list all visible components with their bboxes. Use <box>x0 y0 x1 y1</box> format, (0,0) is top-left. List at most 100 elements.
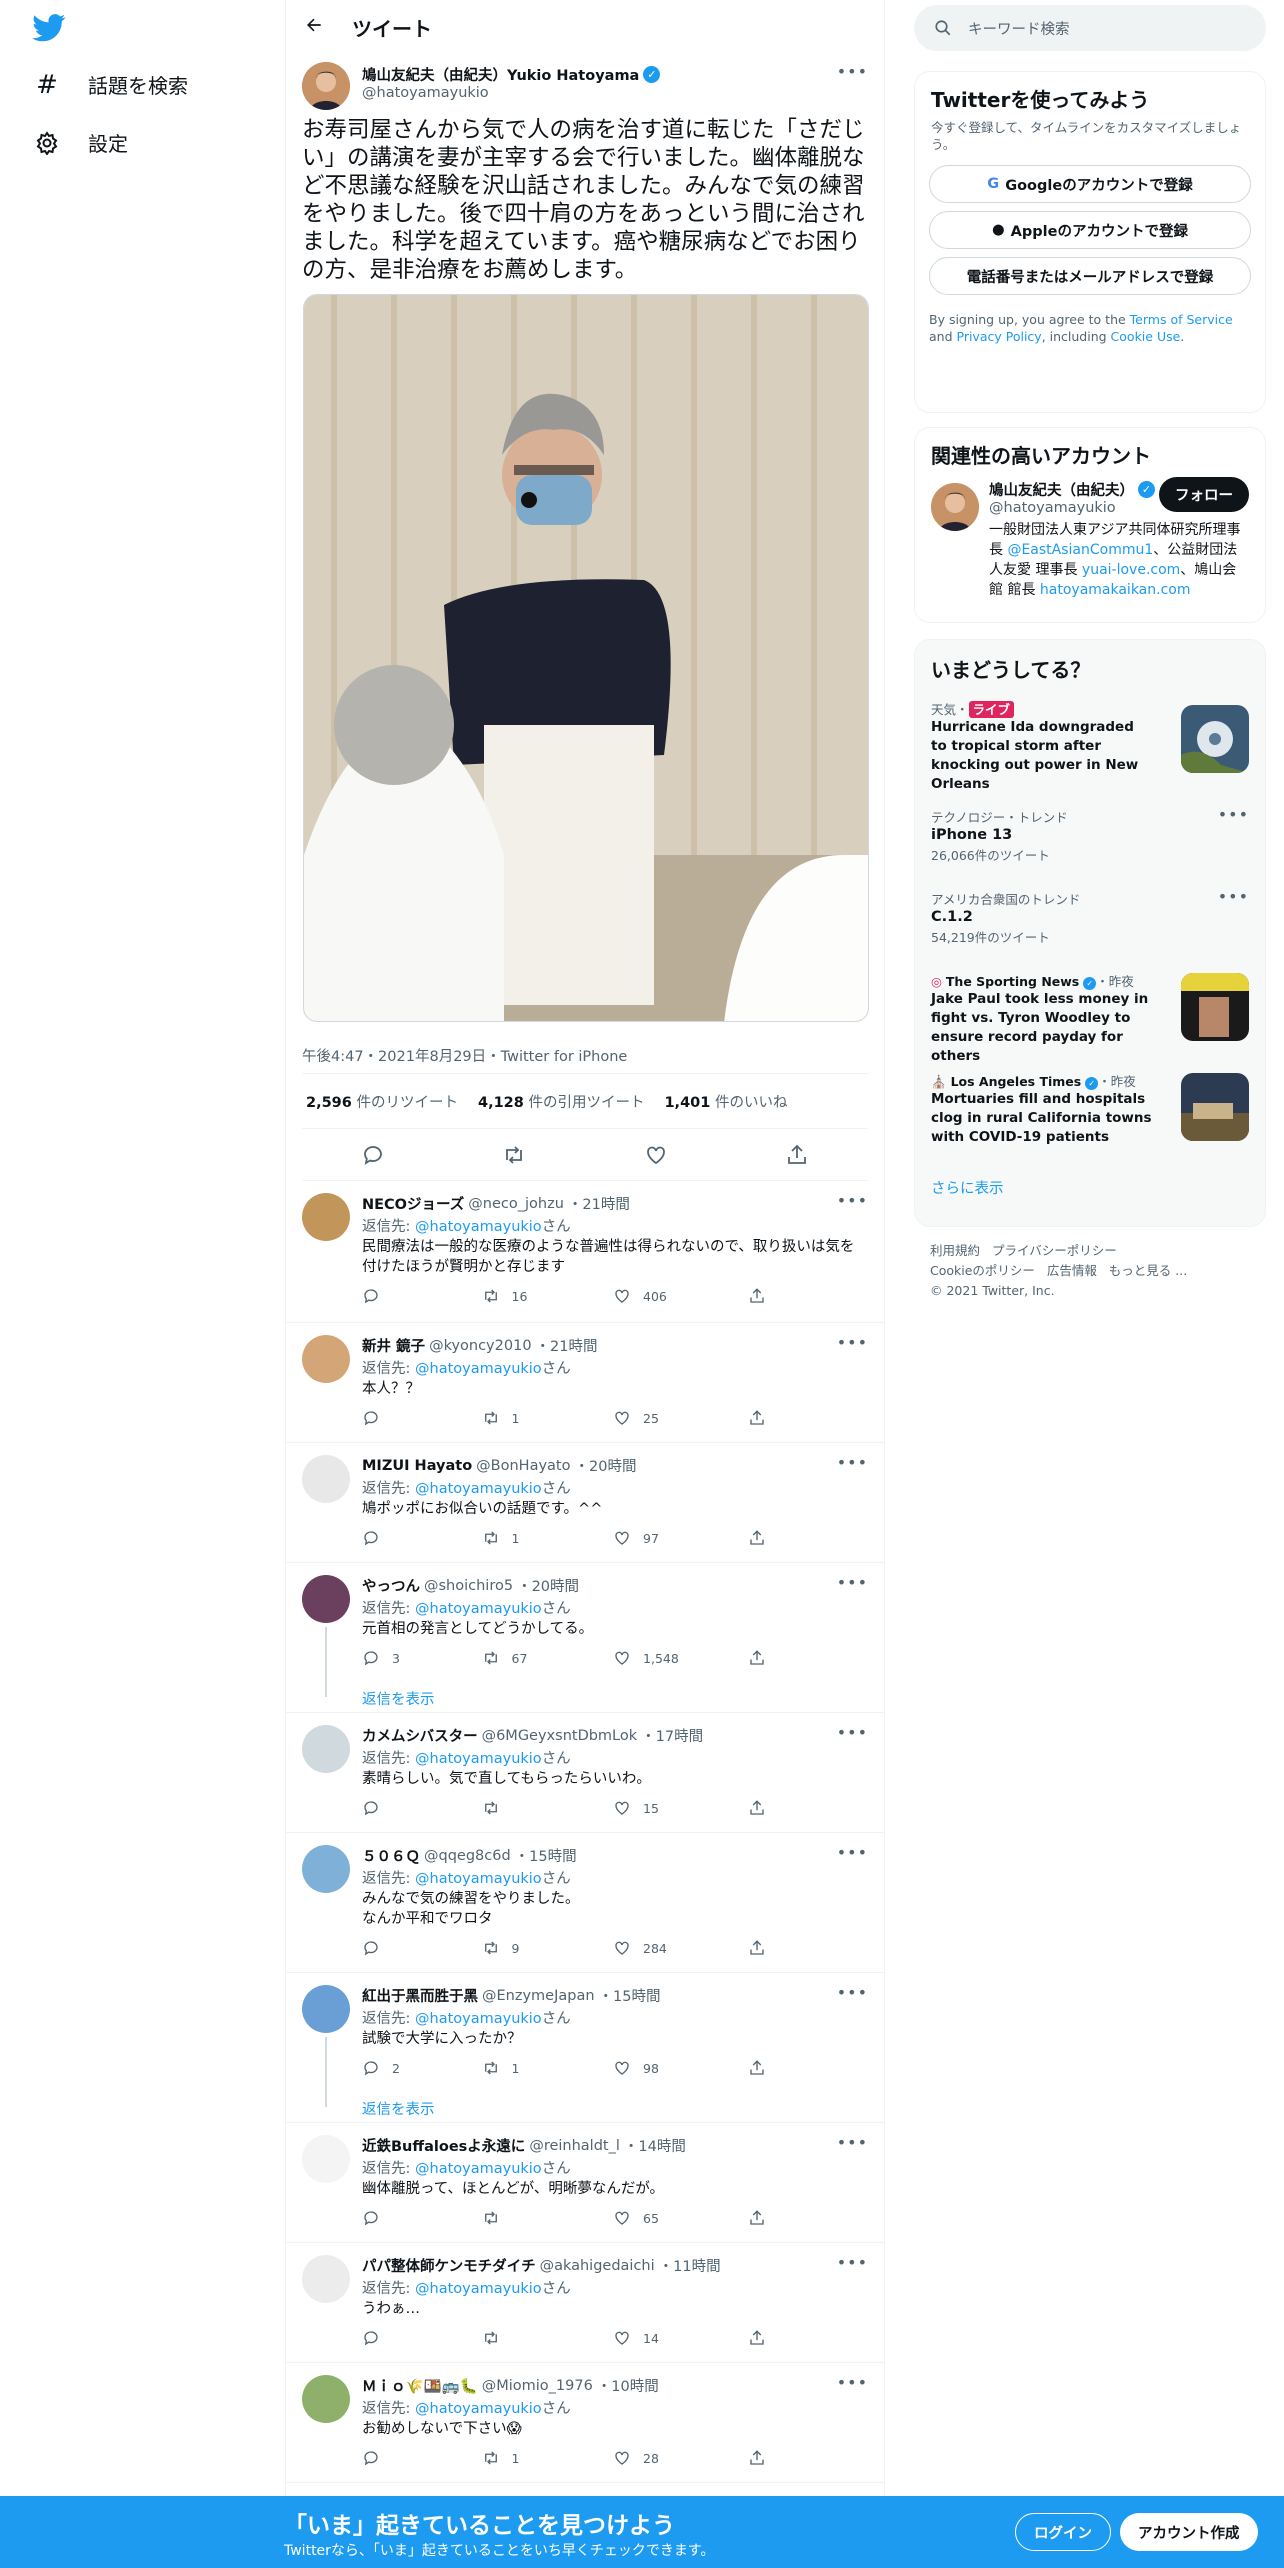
reply-author-handle[interactable]: @neco_johzu <box>468 1196 564 1212</box>
more-icon[interactable]: ••• <box>837 1983 868 2002</box>
tweet-photo[interactable] <box>303 294 869 1022</box>
author-name[interactable]: 鳩山友紀夫（由紀夫）Yukio Hatoyama ✓ <box>362 64 661 85</box>
footer-cookie[interactable]: Cookieのポリシー <box>930 1263 1035 1278</box>
reply-item[interactable]: カメムシバスター @6MGeyxsntDbmLok ・17時間 ••• 返信先: @ha… <box>286 1713 884 1833</box>
reply-author-name[interactable]: 近鉄Buffaloesよ永遠に <box>362 2135 525 2156</box>
reply-author-handle[interactable]: @6MGeyxsntDbmLok <box>482 1728 638 1744</box>
avatar[interactable] <box>302 1193 350 1241</box>
search-input[interactable]: キーワード検索 <box>968 18 1070 39</box>
footer-privacy[interactable]: プライバシーポリシー <box>992 1243 1117 1258</box>
reply-action[interactable] <box>362 2209 482 2227</box>
phone-signup-button[interactable]: 電話番号またはメールアドレスで登録 <box>929 257 1251 295</box>
like-action[interactable]: 14 <box>613 2329 748 2347</box>
author-handle[interactable]: @hatoyamayukio <box>362 85 660 101</box>
apple-signup-button[interactable]: ● Appleのアカウントで登録 <box>929 211 1251 249</box>
reply-author-name[interactable]: 新井 鏡子 <box>362 1335 425 1356</box>
avatar[interactable] <box>302 2135 350 2183</box>
reply-item[interactable]: 新井 鏡子 @kyoncy2010 ・21時間 ••• 返信先: @hatoyamayu… <box>286 1323 884 1443</box>
share-icon[interactable] <box>785 1143 809 1167</box>
reply-author-handle[interactable]: @reinhaldt_l <box>529 2138 620 2154</box>
avatar[interactable] <box>302 1985 350 2033</box>
reply-author-name[interactable]: NECOジョーズ <box>362 1193 464 1214</box>
more-icon[interactable]: ••• <box>837 1843 868 1862</box>
reply-action[interactable] <box>362 1529 482 1547</box>
terms-link[interactable]: Terms of Service <box>1130 312 1233 327</box>
like-action[interactable]: 284 <box>613 1939 748 1957</box>
replying-handle[interactable]: @hatoyamayukio <box>415 1481 542 1497</box>
reply-action[interactable] <box>362 2329 482 2347</box>
trend-live[interactable]: 天気・ ライブ Hurricane Ida downgraded to tropi… <box>915 689 1265 797</box>
news-item[interactable]: ⛪ Los Angeles Times ✓ ・昨夜 Mortuaries fill… <box>915 1061 1265 1167</box>
like-action[interactable]: 97 <box>613 1529 748 1547</box>
reply-item[interactable]: 近鉄Buffaloesよ永遠に @reinhaldt_l ・14時間 ••• 返信先: … <box>286 2123 884 2243</box>
share-action[interactable] <box>748 2059 868 2077</box>
replying-handle[interactable]: @hatoyamayukio <box>415 2011 542 2027</box>
more-icon[interactable]: ••• <box>837 62 868 81</box>
retweet-action[interactable]: 1 <box>482 2059 613 2077</box>
reply-action[interactable] <box>362 1939 482 1957</box>
footer-more[interactable]: もっと見る ... <box>1109 1263 1187 1278</box>
replying-handle[interactable]: @hatoyamayukio <box>415 2281 542 2297</box>
reply-author-name[interactable]: ５０６Ｑ <box>362 1845 420 1866</box>
reply-item[interactable]: 紅出于黑而胜于黑 @EnzymeJapan ・15時間 ••• 返信先: @hatoya… <box>286 1973 884 2123</box>
retweet-action[interactable]: 1 <box>482 1409 613 1427</box>
like-action[interactable]: 65 <box>613 2209 748 2227</box>
like-count[interactable]: 1,401 件のいいね <box>664 1091 787 1112</box>
avatar[interactable] <box>302 62 350 110</box>
search-box[interactable]: キーワード検索 <box>914 5 1266 51</box>
retweet-action[interactable] <box>482 2209 613 2227</box>
replying-handle[interactable]: @hatoyamayukio <box>415 1871 542 1887</box>
back-arrow-icon[interactable] <box>304 15 324 40</box>
share-action[interactable] <box>748 1939 868 1957</box>
more-icon[interactable]: ••• <box>837 1453 868 1472</box>
replying-handle[interactable]: @hatoyamayukio <box>415 2161 542 2177</box>
reply-time[interactable]: ・10時間 <box>597 2375 659 2396</box>
reply-author-name[interactable]: カメムシバスター <box>362 1725 478 1746</box>
google-signup-button[interactable]: G Googleのアカウントで登録 <box>929 165 1251 203</box>
reply-item[interactable]: やっつん @shoichiro5 ・20時間 ••• 返信先: @hatoyamayuk… <box>286 1563 884 1713</box>
avatar[interactable] <box>302 2375 350 2423</box>
nav-settings[interactable]: 設定 <box>34 128 128 157</box>
retweet-action[interactable]: 9 <box>482 1939 613 1957</box>
reply-item[interactable]: パパ整体師ケンモチダイチ @akahigedaichi ・11時間 ••• 返信先: @… <box>286 2243 884 2363</box>
reply-item[interactable]: Ｍｉｏ🌾🍱🚌🐛 @Miomio_1976 ・10時間 ••• 返信先: @hatoyam… <box>286 2363 884 2483</box>
reply-time[interactable]: ・15時間 <box>515 1845 577 1866</box>
avatar[interactable] <box>302 1845 350 1893</box>
share-action[interactable] <box>748 1287 868 1305</box>
reply-icon[interactable] <box>361 1143 385 1167</box>
reply-author-handle[interactable]: @qqeg8c6d <box>424 1848 511 1864</box>
reply-time[interactable]: ・21時間 <box>536 1335 598 1356</box>
trend-item[interactable]: テクノロジー・トレンド iPhone 13 26,066件のツイート ••• <box>915 797 1265 879</box>
reply-action[interactable] <box>362 1287 482 1305</box>
reply-item[interactable]: ５０６Ｑ @qqeg8c6d ・15時間 ••• 返信先: @hatoyamayukio… <box>286 1833 884 1973</box>
share-action[interactable] <box>748 1799 868 1817</box>
signup-button[interactable]: アカウント作成 <box>1120 2513 1258 2551</box>
avatar[interactable] <box>302 1575 350 1623</box>
like-action[interactable]: 98 <box>613 2059 748 2077</box>
quote-count[interactable]: 4,128 件の引用ツイート <box>478 1091 644 1112</box>
reply-action[interactable] <box>362 1799 482 1817</box>
like-action[interactable]: 28 <box>613 2449 748 2467</box>
retweet-icon[interactable] <box>502 1143 526 1167</box>
reply-action[interactable]: 2 <box>362 2059 482 2077</box>
reply-action[interactable] <box>362 2449 482 2467</box>
bio-link-3[interactable]: hatoyamakaikan.com <box>1040 582 1191 598</box>
more-icon[interactable]: ••• <box>837 1723 868 1742</box>
reply-item[interactable]: MIZUI Hayato @BonHayato ・20時間 ••• 返信先: @hato… <box>286 1443 884 1563</box>
avatar[interactable] <box>302 1455 350 1503</box>
share-action[interactable] <box>748 2449 868 2467</box>
share-action[interactable] <box>748 1649 868 1667</box>
retweet-action[interactable]: 67 <box>482 1649 613 1667</box>
like-action[interactable]: 1,548 <box>613 1649 748 1667</box>
share-action[interactable] <box>748 1409 868 1427</box>
retweet-action[interactable]: 1 <box>482 1529 613 1547</box>
more-icon[interactable]: ••• <box>1218 887 1249 906</box>
share-action[interactable] <box>748 1529 868 1547</box>
reply-time[interactable]: ・17時間 <box>641 1725 703 1746</box>
bio-link-2[interactable]: yuai-love.com <box>1082 562 1180 578</box>
more-icon[interactable]: ••• <box>837 2373 868 2392</box>
follow-button[interactable]: フォロー <box>1159 477 1249 512</box>
reply-author-name[interactable]: MIZUI Hayato <box>362 1458 472 1474</box>
retweet-count[interactable]: 2,596 件のリツイート <box>306 1091 458 1112</box>
more-icon[interactable]: ••• <box>837 1333 868 1352</box>
